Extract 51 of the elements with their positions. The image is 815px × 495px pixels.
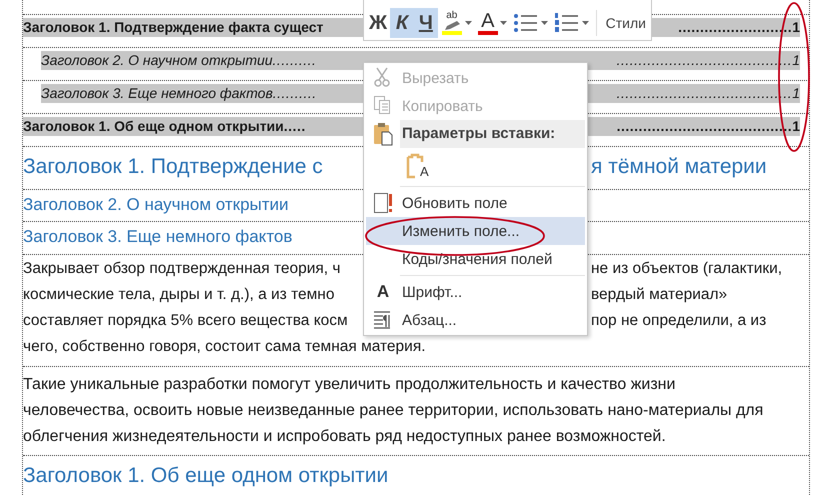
dot-leader: ..........: [272, 85, 317, 101]
field-update-icon: [373, 192, 393, 214]
dot-leader: ........................................: [616, 52, 792, 68]
highlight-button[interactable]: ab: [438, 8, 475, 38]
caret-icon: [582, 21, 589, 25]
paragraph-line: чего, собственно говоря, состоит сама темная материя.: [23, 337, 427, 357]
heading-text: Заголовок 3. Еще немного фактов: [23, 227, 292, 246]
dot-leader: ..........: [272, 52, 316, 68]
paragraph-line: облегчения жизнедеятельности и испробовать ряд недоступных ранее возможностей.: [23, 427, 667, 447]
page-number: 1: [792, 52, 800, 68]
toc-entry-title[interactable]: Заголовок 2. О научном открытии: [41, 52, 273, 68]
paragraph-line: пор не определили, а из: [591, 311, 768, 331]
toc-entry-title[interactable]: Заголовок 1. Подтверждение факта сущест: [23, 19, 324, 35]
menu-item[interactable]: Абзац...: [366, 306, 585, 334]
format-button[interactable]: К: [390, 8, 414, 38]
paragraph-line: Такие уникальные разработки помогут увеличить продолжительность и качество жизни: [23, 375, 676, 395]
page-number: 1: [792, 85, 800, 101]
heading-text: Заголовок 1. Подтверждение с: [23, 154, 324, 180]
menu-section-header: Параметры вставки:: [400, 120, 585, 148]
copy-icon: [373, 95, 393, 117]
paragraph-line: составляет порядка 5% всего вещества косм: [23, 311, 349, 331]
styles-button[interactable]: Стили: [602, 8, 649, 38]
caret-icon: [500, 21, 507, 25]
page-number: 1: [792, 19, 800, 35]
bullets-icon: [512, 12, 539, 34]
paragraph-line: Закрывает обзор подтвержденная теория, ч: [23, 259, 342, 279]
dot-leader: ........................................: [616, 85, 792, 101]
paragraph-line: человечества, освоить новые неизведанные ранее территории, использовать нано-материалы для: [23, 401, 764, 421]
paragraph-line: вердый материал»: [591, 285, 728, 305]
dot-leader: .....: [284, 118, 306, 134]
format-button[interactable]: Ч: [414, 8, 438, 38]
menu-item[interactable]: Обновить поле: [366, 189, 585, 217]
numbering-icon: [554, 12, 580, 34]
toc-entry-title[interactable]: Заголовок 1. Об еще одном открытии: [23, 118, 284, 134]
format-button[interactable]: Ж: [366, 8, 390, 38]
clipboard-icon: [373, 122, 393, 146]
font-icon: A: [376, 282, 390, 302]
paragraph-line: космические тела, дыры и т. д.), а из темно: [23, 285, 336, 305]
heading-text: Заголовок 2. О научном открытии: [23, 195, 289, 214]
paragraph-line: не из объектов (галактики,: [591, 259, 784, 279]
menu-item[interactable]: Коды/значения полей: [366, 245, 585, 273]
page-number: 1: [792, 118, 800, 134]
toc-entry-title[interactable]: Заголовок 3. Еще немного фактов: [41, 85, 273, 101]
heading-text: я тёмной материи: [591, 154, 768, 180]
paragraph-icon: [373, 309, 393, 331]
caret-icon: [464, 21, 472, 25]
menu-item[interactable]: Изменить поле...: [366, 217, 585, 245]
paste-option-button[interactable]: A: [402, 151, 433, 181]
caret-icon: [540, 21, 548, 25]
heading-text: Заголовок 1. Об еще одном открытии: [23, 464, 388, 487]
font-color-button[interactable]: A: [474, 8, 510, 38]
